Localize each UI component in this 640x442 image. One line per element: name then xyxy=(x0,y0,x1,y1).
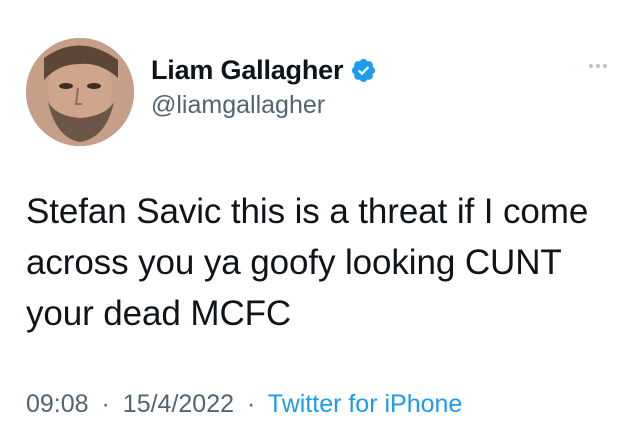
dot-icon xyxy=(596,64,600,68)
tweet-text: Stefan Savic this is a threat if I come … xyxy=(26,192,589,333)
author-handle[interactable]: @liamgallagher xyxy=(151,91,325,120)
author-avatar[interactable] xyxy=(26,38,134,146)
meta-separator: · xyxy=(101,390,110,418)
tweet-date[interactable]: 15/4/2022 xyxy=(123,390,234,418)
dot-icon xyxy=(589,64,593,68)
meta-separator: · xyxy=(246,390,256,418)
author-name-row: Liam Gallagher xyxy=(151,52,377,88)
tweet-metadata: 09:08 · 15/4/2022 · Twitter for iPhone xyxy=(26,390,462,419)
tweet-source-link[interactable]: Twitter for iPhone xyxy=(268,390,463,418)
verified-badge-icon xyxy=(350,57,377,84)
author-display-name[interactable]: Liam Gallagher xyxy=(151,55,343,86)
tweet-card: Liam Gallagher @liamgallagher Stefan Sav… xyxy=(0,0,640,442)
avatar-photo-icon xyxy=(26,38,134,146)
tweet-time[interactable]: 09:08 xyxy=(26,390,89,418)
more-options-icon[interactable] xyxy=(580,56,616,76)
dot-icon xyxy=(603,64,607,68)
